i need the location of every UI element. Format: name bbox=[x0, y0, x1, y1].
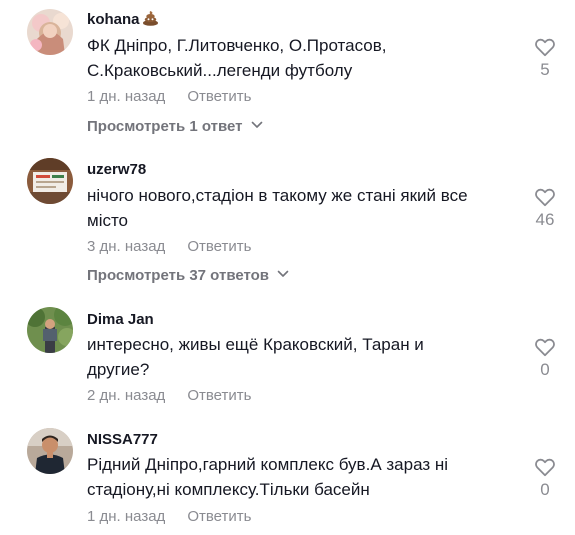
view-replies-label: Просмотреть 37 ответов bbox=[87, 267, 270, 284]
comment-username[interactable]: Dima Jan bbox=[87, 310, 154, 330]
comment-text-line: місто bbox=[87, 211, 129, 230]
reply-button[interactable]: Ответить bbox=[187, 238, 251, 255]
heart-outline-icon bbox=[530, 187, 560, 207]
like-button[interactable]: 0 bbox=[530, 337, 560, 380]
reply-button[interactable]: Ответить bbox=[187, 387, 251, 404]
like-button[interactable]: 0 bbox=[530, 457, 560, 500]
comment-text: Рідний Дніпро,гарний комплекс був.А зара… bbox=[87, 452, 517, 502]
comment-username[interactable]: kohana bbox=[87, 10, 159, 32]
view-replies-button[interactable]: Просмотреть 37 ответов bbox=[87, 266, 289, 286]
like-count: 46 bbox=[535, 210, 555, 229]
comment-text-line: стадіону,ні комплексу.Тільки басейн bbox=[87, 480, 370, 499]
like-button[interactable]: 5 bbox=[530, 37, 560, 80]
comment-meta: 3 дн. назад Ответить bbox=[87, 237, 251, 257]
heart-outline-icon bbox=[530, 337, 560, 357]
comment-time: 3 дн. назад bbox=[87, 238, 166, 255]
comment-text-line: ФК Дніпро, Г.Литовченко, О.Протасов, bbox=[87, 36, 387, 55]
comment-text: ФК Дніпро, Г.Литовченко, О.Протасов, С.К… bbox=[87, 33, 517, 83]
comment-meta: 1 дн. назад Ответить bbox=[87, 87, 251, 107]
heart-outline-icon bbox=[530, 37, 560, 57]
avatar[interactable] bbox=[27, 428, 73, 474]
like-button[interactable]: 46 bbox=[530, 187, 560, 230]
like-count: 5 bbox=[540, 60, 550, 79]
avatar[interactable] bbox=[27, 307, 73, 353]
comment-text-line: нічого нового,стадіон в такому же стані … bbox=[87, 186, 468, 205]
comment-username[interactable]: NISSA777 bbox=[87, 430, 158, 450]
reply-button[interactable]: Ответить bbox=[187, 508, 251, 525]
chevron-down-icon bbox=[251, 115, 263, 135]
comment-time: 2 дн. назад bbox=[87, 387, 166, 404]
avatar[interactable] bbox=[27, 9, 73, 55]
comment-text-line: Рідний Дніпро,гарний комплекс був.А зара… bbox=[87, 455, 449, 474]
comment-text-line: интересно, живы ещё Краковский, Таран и bbox=[87, 335, 424, 354]
comment-meta: 1 дн. назад Ответить bbox=[87, 507, 251, 527]
view-replies-button[interactable]: Просмотреть 1 ответ bbox=[87, 117, 263, 137]
comment-text-line: С.Краковський...легенди футболу bbox=[87, 61, 353, 80]
reply-button[interactable]: Ответить bbox=[187, 88, 251, 105]
poop-emoji-icon bbox=[142, 10, 159, 32]
chevron-down-icon bbox=[277, 264, 289, 284]
comment-meta: 2 дн. назад Ответить bbox=[87, 386, 251, 406]
comment-text-line: другие? bbox=[87, 360, 150, 379]
comment-time: 1 дн. назад bbox=[87, 88, 166, 105]
heart-outline-icon bbox=[530, 457, 560, 477]
comment-time: 1 дн. назад bbox=[87, 508, 166, 525]
like-count: 0 bbox=[540, 360, 550, 379]
comment-username[interactable]: uzerw78 bbox=[87, 160, 146, 180]
avatar[interactable] bbox=[27, 158, 73, 204]
comment-text: интересно, живы ещё Краковский, Таран и … bbox=[87, 332, 517, 382]
comment-text: нічого нового,стадіон в такому же стані … bbox=[87, 183, 517, 233]
view-replies-label: Просмотреть 1 ответ bbox=[87, 118, 243, 135]
like-count: 0 bbox=[540, 480, 550, 499]
